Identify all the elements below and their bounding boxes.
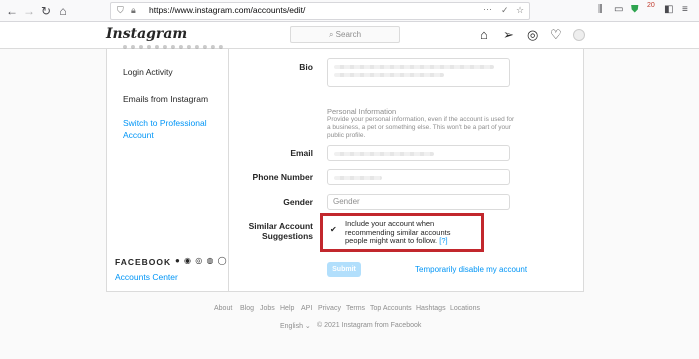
copyright-text: © 2021 Instagram from Facebook <box>317 322 422 329</box>
direct-message-icon[interactable]: ➢ <box>503 27 514 43</box>
footer-link-about[interactable]: About <box>214 305 232 312</box>
email-field[interactable] <box>327 145 510 161</box>
extension-icon[interactable]: ◧ <box>664 4 673 15</box>
instagram-logo[interactable]: Instagram <box>106 26 187 42</box>
disable-account-link[interactable]: Temporarily disable my account <box>415 265 527 274</box>
personal-info-title: Personal Information <box>327 107 397 116</box>
personal-info-description: Provide your personal information, even … <box>327 116 515 139</box>
facebook-title: FACEBOOK <box>115 257 172 267</box>
similar-suggestions-text: Include your account when recommending s… <box>345 219 451 245</box>
footer-link-jobs[interactable]: Jobs <box>260 305 275 312</box>
similar-suggestions-checkbox[interactable]: ✔ <box>330 225 337 234</box>
footer-link-terms[interactable]: Terms <box>346 305 365 312</box>
footer-link-top-accounts[interactable]: Top Accounts <box>370 305 412 312</box>
page-actions-icon[interactable]: ··· <box>483 4 492 14</box>
bio-textarea[interactable] <box>327 58 510 87</box>
library-icon[interactable]: ⫼ <box>598 4 603 15</box>
submit-button[interactable]: Submit <box>327 262 361 277</box>
accounts-center-link[interactable]: Accounts Center <box>115 272 178 282</box>
similar-suggestions-label: Similar Account Suggestions <box>248 221 313 241</box>
menu-icon[interactable]: ≡ <box>682 4 688 15</box>
help-link[interactable]: [?] <box>439 236 447 245</box>
lock-icon[interactable]: 🔒︎ <box>131 5 136 16</box>
sidebar-item-login-activity[interactable]: Login Activity <box>123 67 173 77</box>
sidebar-item-switch-professional[interactable]: Switch to Professional <box>123 118 207 128</box>
bio-label: Bio <box>299 62 313 72</box>
footer-link-help[interactable]: Help <box>280 305 294 312</box>
footer-link-locations[interactable]: Locations <box>450 305 480 312</box>
settings-panel: Login Activity Emails from Instagram Swi… <box>106 45 584 292</box>
footer-link-privacy[interactable]: Privacy <box>318 305 341 312</box>
url-text[interactable]: https://www.instagram.com/accounts/edit/ <box>149 5 305 15</box>
sidebar-item-cut-off <box>123 45 223 51</box>
instagram-header: Instagram ⌕ Search ⌂ ➢ ◎ ♡ <box>0 22 699 49</box>
url-bar[interactable]: ⛉ 🔒︎ https://www.instagram.com/accounts/… <box>110 2 530 20</box>
reload-icon[interactable]: ↻ <box>38 3 54 19</box>
sidebar-icon[interactable]: ▭ <box>614 4 623 15</box>
extension-shield-icon[interactable]: ⛊ <box>631 4 639 15</box>
facebook-app-icons: ● ◉ ◎ ◍ ◯ <box>175 256 228 265</box>
search-input[interactable]: ⌕ Search <box>290 26 400 43</box>
footer-link-api[interactable]: API <box>301 305 312 312</box>
browser-toolbar: ← → ↻ ⌂ ⛉ 🔒︎ https://www.instagram.com/a… <box>0 0 699 22</box>
activity-heart-icon[interactable]: ♡ <box>550 27 562 43</box>
explore-icon[interactable]: ◎ <box>527 27 538 43</box>
settings-sidebar: Login Activity Emails from Instagram Swi… <box>107 45 229 292</box>
highlight-box: ✔ Include your account when recommending… <box>320 213 484 252</box>
home-nav-icon[interactable]: ⌂ <box>480 27 488 42</box>
gender-label: Gender <box>283 197 313 207</box>
pocket-icon[interactable]: ✓ <box>501 5 509 16</box>
gender-field[interactable]: Gender <box>327 194 510 210</box>
phone-field[interactable] <box>327 169 510 185</box>
profile-avatar[interactable] <box>573 29 585 41</box>
forward-icon[interactable]: → <box>21 3 37 19</box>
back-icon[interactable]: ← <box>4 3 20 19</box>
footer-link-hashtags[interactable]: Hashtags <box>416 305 446 312</box>
phone-label: Phone Number <box>252 172 313 182</box>
bookmark-star-icon[interactable]: ☆ <box>516 5 524 16</box>
extension-badge[interactable]: 20 <box>647 2 655 9</box>
shield-icon[interactable]: ⛉ <box>117 5 124 16</box>
footer-link-blog[interactable]: Blog <box>240 305 254 312</box>
sidebar-item-emails[interactable]: Emails from Instagram <box>123 94 208 104</box>
email-label: Email <box>290 148 313 158</box>
sidebar-item-switch-professional-line2[interactable]: Account <box>123 130 154 140</box>
home-icon[interactable]: ⌂ <box>55 3 71 19</box>
language-select[interactable]: English ⌄ <box>280 322 311 330</box>
